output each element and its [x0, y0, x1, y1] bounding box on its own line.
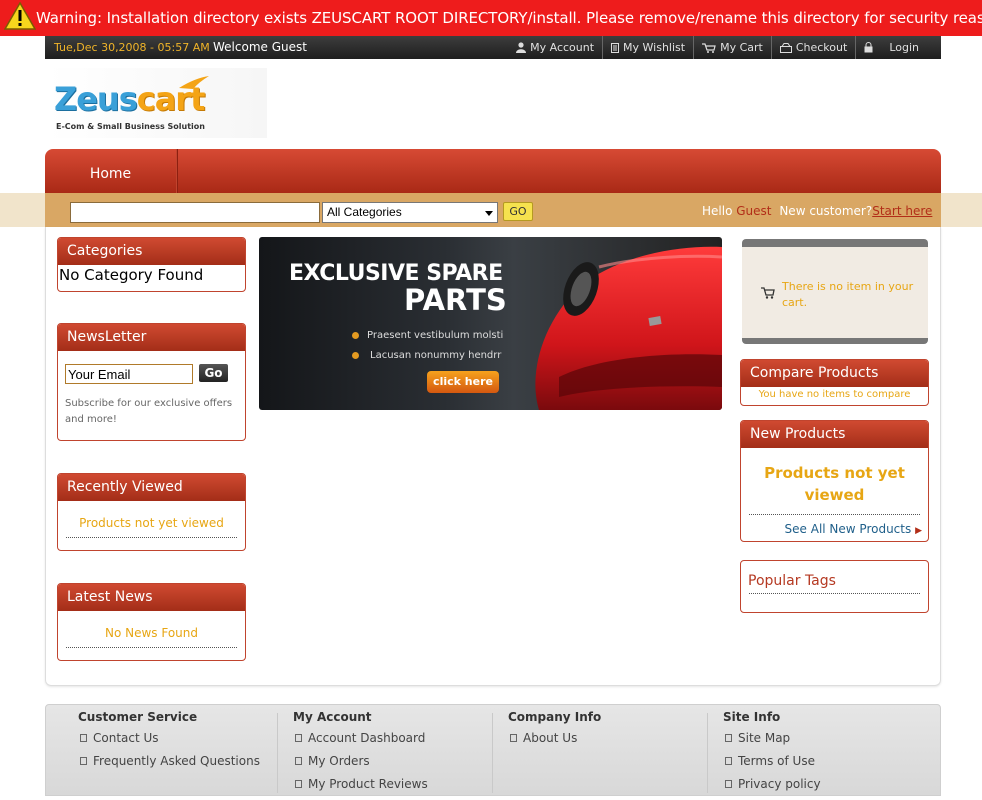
current-date: Tue,Dec 30,2008 - 05:57 AM	[54, 41, 210, 54]
logo-swoosh-icon	[179, 76, 209, 89]
new-products-title: New Products	[741, 421, 928, 448]
footer-link[interactable]: About Us	[508, 731, 601, 754]
cart-empty-message: There is no item in your cart.	[782, 280, 914, 309]
logo-word-zeus: Zeus	[54, 80, 138, 118]
nav-home[interactable]: Home	[45, 149, 177, 193]
latest-news-title: Latest News	[58, 584, 245, 611]
my-cart-label: My Cart	[720, 41, 763, 54]
warning-text: Warning: Installation directory exists Z…	[36, 9, 982, 27]
search-input[interactable]	[70, 202, 320, 223]
my-cart-link[interactable]: My Cart	[693, 36, 771, 59]
popular-tags-box: Popular Tags	[740, 560, 929, 613]
footer: Customer Service Contact Us Frequently A…	[45, 704, 941, 796]
newsletter-note: Subscribe for our exclusive offers and m…	[65, 398, 233, 425]
banner-headline-2: PARTS	[404, 283, 507, 317]
footer-col-company-info: Company Info About Us	[508, 710, 601, 754]
site-logo[interactable]: Zeuscart E-Com & Small Business Solution	[47, 68, 267, 138]
recently-viewed-title: Recently Viewed	[58, 474, 245, 501]
categories-title: Categories	[58, 238, 245, 265]
category-select-value: All Categories	[327, 205, 402, 219]
user-icon	[516, 42, 527, 53]
promo-banner[interactable]: EXCLUSIVE SPARE PARTS Praesent vestibulu…	[259, 237, 722, 410]
footer-divider	[707, 713, 708, 793]
checkout-icon	[779, 42, 792, 53]
recently-viewed-empty: Products not yet viewed	[79, 516, 224, 530]
new-products-box: New Products Products not yet viewed See…	[740, 420, 929, 542]
welcome-text: Welcome Guest	[213, 40, 307, 54]
login-label: Login	[889, 41, 919, 54]
main-nav: Home	[45, 149, 941, 193]
footer-link[interactable]: My Product Reviews	[293, 777, 428, 800]
logo-tagline: E-Com & Small Business Solution	[56, 122, 205, 131]
latest-news-box: Latest News No News Found	[57, 583, 246, 661]
banner-bullet-1: Praesent vestibulum molsti	[367, 330, 504, 341]
banner-bullet-2: Lacusan nonummy hendrr	[370, 350, 502, 361]
footer-col-customer-service: Customer Service Contact Us Frequently A…	[78, 710, 260, 777]
recently-viewed-box: Recently Viewed Products not yet viewed	[57, 473, 246, 551]
greeting: Hello Guest New customer?Start here	[702, 204, 932, 218]
compare-products-box: Compare Products You have no items to co…	[740, 359, 929, 406]
footer-link[interactable]: Terms of Use	[723, 754, 821, 777]
cart-icon	[702, 42, 716, 53]
compare-products-title: Compare Products	[741, 360, 928, 387]
newsletter-go-button[interactable]: Go	[199, 364, 228, 382]
see-all-new-products-link[interactable]: See All New Products ▶	[785, 522, 922, 536]
footer-link[interactable]: My Orders	[293, 754, 428, 777]
popular-tags-title: Popular Tags	[748, 573, 836, 589]
my-account-label: My Account	[530, 41, 595, 54]
see-all-label: See All New Products	[784, 522, 912, 536]
footer-link[interactable]: Privacy policy	[723, 777, 821, 800]
search-go-button[interactable]: GO	[503, 202, 533, 221]
category-select[interactable]: All Categories	[322, 202, 498, 223]
warning-icon	[4, 2, 36, 30]
footer-link[interactable]: Frequently Asked Questions	[78, 754, 260, 777]
footer-link[interactable]: Site Map	[723, 731, 821, 754]
banner-click-here-button[interactable]: click here	[427, 371, 499, 393]
divider	[66, 647, 237, 648]
chevron-down-icon	[485, 211, 493, 216]
my-wishlist-link[interactable]: My Wishlist	[602, 36, 693, 59]
footer-divider	[277, 713, 278, 793]
divider	[749, 514, 920, 515]
footer-col-title: My Account	[293, 710, 372, 724]
footer-col-title: Customer Service	[78, 710, 198, 724]
bullet-icon	[352, 332, 359, 339]
footer-link[interactable]: Account Dashboard	[293, 731, 428, 754]
guest-name: Guest	[736, 204, 772, 218]
new-customer-text: New customer?	[779, 204, 873, 218]
arrow-right-icon: ▶	[915, 526, 922, 536]
footer-divider	[492, 713, 493, 793]
newsletter-title: NewsLetter	[58, 324, 245, 351]
cart-icon	[761, 287, 775, 299]
checkout-label: Checkout	[795, 41, 848, 54]
newsletter-box: NewsLetter Go Subscribe for our exclusiv…	[57, 323, 246, 441]
login-link[interactable]: Login	[855, 36, 927, 59]
newsletter-email-input[interactable]	[65, 364, 193, 384]
divider	[66, 537, 237, 538]
checkout-link[interactable]: Checkout	[770, 36, 855, 59]
bullet-icon	[352, 352, 359, 359]
compare-empty: You have no items to compare	[758, 389, 911, 400]
top-bar: Tue,Dec 30,2008 - 05:57 AM Welcome Guest…	[45, 36, 941, 59]
footer-col-title: Company Info	[508, 710, 602, 724]
divider	[749, 593, 920, 594]
mini-cart-box: There is no item in your cart.	[742, 239, 928, 344]
footer-link[interactable]: Contact Us	[78, 731, 260, 754]
list-icon	[611, 42, 620, 53]
categories-empty: No Category Found	[59, 266, 204, 284]
account-links: My Account My Wishlist My Cart Checkout …	[508, 36, 927, 59]
footer-col-title: Site Info	[723, 710, 781, 724]
new-products-empty: Products not yet viewed	[764, 464, 905, 504]
my-account-link[interactable]: My Account	[508, 36, 602, 59]
security-warning-bar: Warning: Installation directory exists Z…	[0, 0, 982, 36]
red-car-image	[535, 246, 722, 410]
start-here-link[interactable]: Start here	[872, 204, 932, 218]
my-wishlist-label: My Wishlist	[623, 41, 686, 54]
categories-box: Categories No Category Found	[57, 237, 246, 292]
hello-text: Hello	[702, 204, 733, 218]
lock-icon	[864, 42, 873, 53]
latest-news-empty: No News Found	[104, 626, 199, 640]
